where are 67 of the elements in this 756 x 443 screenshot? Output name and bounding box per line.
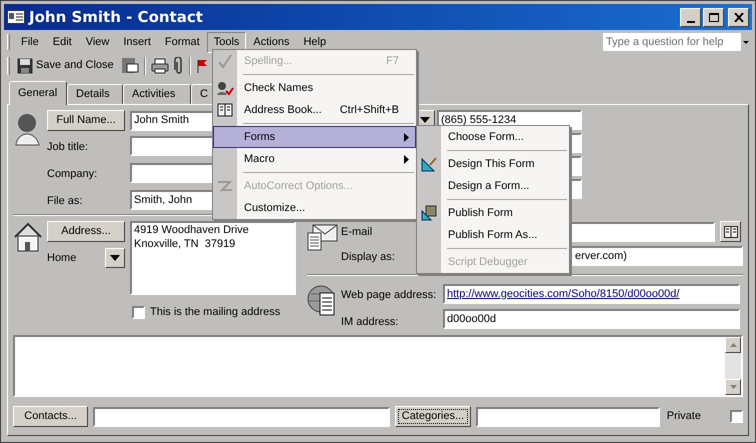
contacts-button[interactable]: Contacts... xyxy=(13,406,88,427)
maximize-button[interactable] xyxy=(703,8,724,26)
menu-bar-item[interactable]: Insert xyxy=(116,32,158,52)
window-title: John Smith - Contact xyxy=(29,6,204,28)
tab[interactable]: General xyxy=(9,81,67,105)
company-label: Company: xyxy=(47,168,98,180)
categories-field[interactable] xyxy=(476,406,660,426)
display-as-label: Display as: xyxy=(341,250,396,264)
submenu-arrow-icon xyxy=(404,154,409,164)
help-search-field[interactable]: Type a question for help xyxy=(603,33,751,51)
menu-bar-item[interactable]: View xyxy=(78,32,116,52)
house-icon xyxy=(13,221,43,253)
minimize-button[interactable] xyxy=(680,8,701,26)
lightning-icon xyxy=(217,180,233,192)
address-type-dropdown[interactable] xyxy=(105,248,125,268)
im-address-field[interactable]: d00oo00d xyxy=(443,309,740,329)
contacts-field[interactable] xyxy=(93,406,390,426)
down-arrow-icon xyxy=(730,385,736,389)
mailing-address-checkbox[interactable] xyxy=(132,306,145,319)
menu-bar-item[interactable]: File xyxy=(14,32,46,52)
menu-item[interactable]: Macro xyxy=(213,148,416,170)
triangle-ruler-icon xyxy=(421,156,437,172)
categories-button[interactable]: Categories... xyxy=(395,406,470,427)
menu-item[interactable]: Design This Form xyxy=(417,153,569,175)
menu-item[interactable]: Publish Form As... xyxy=(417,224,569,246)
file-as-label: File as: xyxy=(47,195,82,207)
tab[interactable]: Details xyxy=(67,84,123,104)
save-and-close-button[interactable]: Save and Close xyxy=(15,54,116,76)
private-checkbox[interactable] xyxy=(730,410,743,423)
web-page-address-field[interactable]: http://www.geocities.com/Soho/8150/d00oo00d/ xyxy=(443,284,740,304)
im-address-label: IM address: xyxy=(341,314,400,330)
printer-icon xyxy=(150,58,169,74)
menu-bar-item[interactable]: Format xyxy=(158,32,207,52)
caret-icon xyxy=(420,117,430,123)
web-page-link[interactable]: http://www.geocities.com/Soho/8150/d00oo00d/ xyxy=(447,286,680,302)
close-icon xyxy=(734,12,744,22)
paperclip-icon xyxy=(174,56,184,74)
address-type-label: Home xyxy=(47,250,76,266)
mailing-address-label: This is the mailing address xyxy=(150,305,280,320)
address-button[interactable]: Address... xyxy=(47,221,125,242)
email-label: E-mail xyxy=(341,225,374,240)
floppy-ruler-icon xyxy=(421,205,437,221)
person-check-icon xyxy=(216,80,234,96)
up-arrow-icon xyxy=(730,343,736,347)
private-label: Private xyxy=(666,409,701,424)
book-icon xyxy=(724,226,738,238)
flag-icon xyxy=(196,58,208,74)
job-title-label: Job title: xyxy=(47,141,88,153)
submenu-arrow-icon xyxy=(404,132,409,142)
book-icon xyxy=(217,103,233,117)
caret-icon xyxy=(110,255,120,261)
contact-card-icon xyxy=(7,10,25,24)
checkmark-icon xyxy=(217,53,233,69)
menu-item[interactable]: Forms xyxy=(213,126,416,148)
floppy-card-icon xyxy=(120,56,139,74)
menu-item[interactable]: Design a Form... xyxy=(417,175,569,197)
notes-field[interactable] xyxy=(13,335,743,397)
address-field[interactable]: 4919 Woodhaven Drive Knoxville, TN 37919 xyxy=(130,221,296,295)
full-name-button[interactable]: Full Name... xyxy=(47,110,125,131)
web-page-address-label: Web page address: xyxy=(341,288,438,303)
tab[interactable]: Activities xyxy=(123,84,191,104)
menu-bar-item[interactable]: Actions xyxy=(246,32,296,52)
menu-item[interactable]: Publish Form xyxy=(417,202,569,224)
menu-bar-item[interactable]: Edit xyxy=(46,32,79,52)
address-book-button[interactable] xyxy=(720,221,741,242)
menu-bar-item[interactable]: Help xyxy=(296,32,334,52)
close-button[interactable] xyxy=(728,8,749,26)
